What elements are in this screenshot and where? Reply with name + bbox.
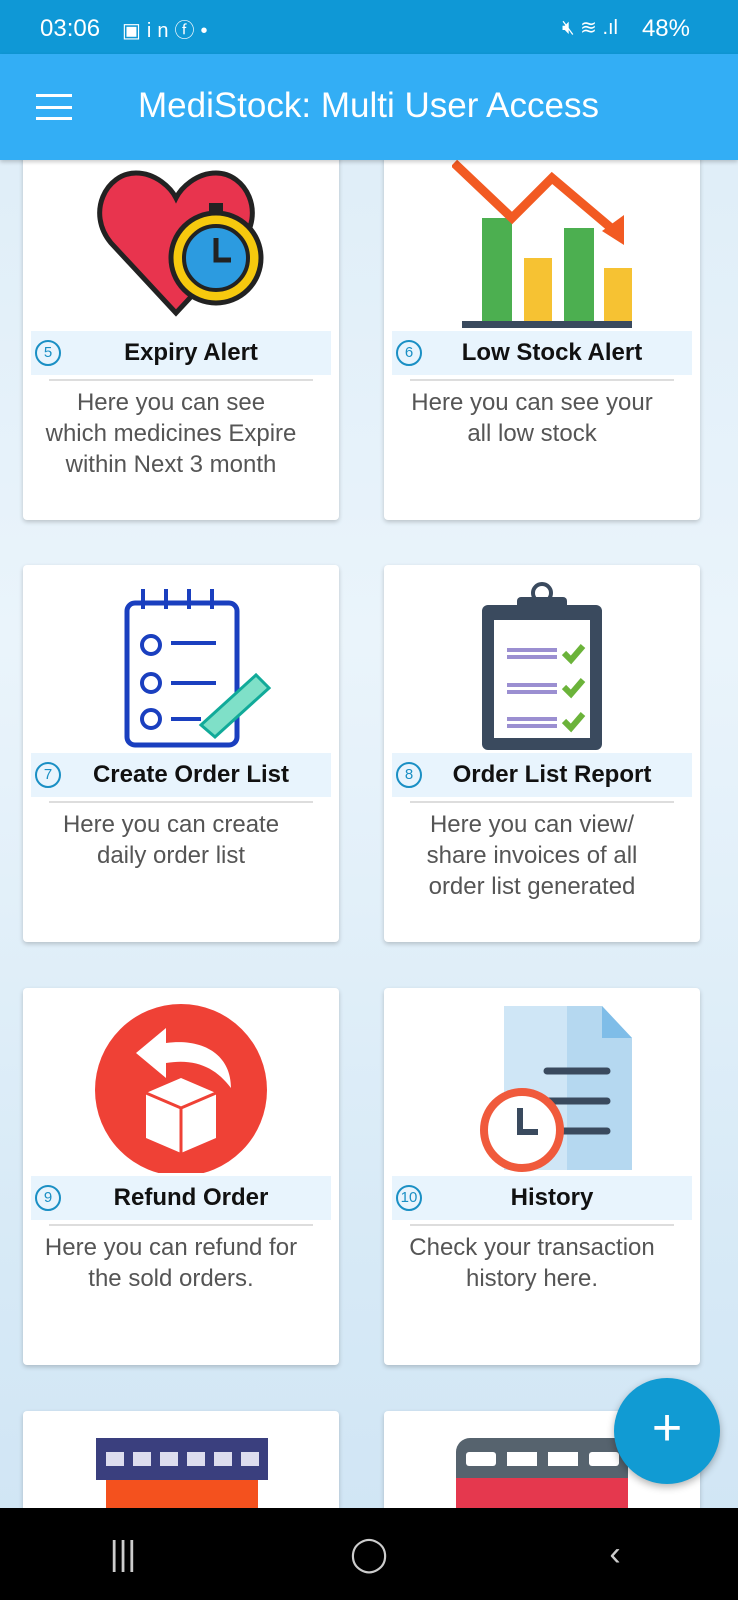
dashboard-grid: 5 Expiry Alert Here you can see which med… <box>0 0 738 1508</box>
number-badge: 10 <box>396 1185 422 1211</box>
number-badge: 5 <box>35 340 61 366</box>
dot-icon: • <box>200 20 214 42</box>
refund-box-icon <box>23 998 339 1173</box>
app-bar: MediStock: Multi User Access <box>0 54 738 160</box>
card-description: Here you can view/ share invoices of all… <box>426 811 638 900</box>
card-low-stock-alert[interactable]: 6 Low Stock Alert Here you can see your a… <box>384 143 700 520</box>
card-title: History <box>510 1184 594 1211</box>
clipboard-icon <box>384 575 700 750</box>
battery-level: 48% <box>641 15 690 42</box>
card-history[interactable]: 10 History Check your transaction history… <box>384 988 700 1365</box>
card-title: Low Stock Alert <box>461 339 643 366</box>
back-icon[interactable]: ‹ <box>575 1535 655 1574</box>
card-expiry-alert[interactable]: 5 Expiry Alert Here you can see which med… <box>23 143 339 520</box>
card-title: Order List Report <box>452 761 652 788</box>
store-icon <box>96 1438 268 1508</box>
add-fab-button[interactable]: + <box>614 1378 720 1484</box>
home-icon[interactable]: ◯ <box>329 1534 409 1574</box>
system-nav-bar: ||| ◯ ‹ <box>0 1508 738 1600</box>
heart-stopwatch-icon <box>23 153 339 328</box>
divider <box>410 801 674 803</box>
notification-icons: ▣inⓕ• <box>122 14 214 43</box>
system-icons: 🔇︎ ≋ .ıl <box>562 15 618 40</box>
mute-icon: 🔇︎ <box>561 17 575 39</box>
card-title: Create Order List <box>92 761 290 788</box>
divider <box>410 379 674 381</box>
notepad-checklist-icon <box>23 575 339 750</box>
card-description: Here you can see your all low stock <box>411 389 653 447</box>
card-refund-order[interactable]: 9 Refund Order Here you can refund for th… <box>23 988 339 1365</box>
card-create-order-list[interactable]: 7 Create Order List Here you can create d… <box>23 565 339 942</box>
clock: 03:06 <box>40 15 101 42</box>
app-title: MediStock: Multi User Access <box>138 86 599 125</box>
facebook-icon: ⓕ <box>174 20 201 42</box>
screen: 5 Expiry Alert Here you can see which med… <box>0 0 738 1600</box>
status-bar: 03:06 ▣inⓕ• 🔇︎ ≋ .ıl 48% <box>0 0 738 54</box>
recent-apps-icon[interactable]: ||| <box>83 1535 163 1574</box>
number-badge: 7 <box>35 762 61 788</box>
card-title: Expiry Alert <box>124 339 258 366</box>
card-description: Here you can create daily order list <box>62 811 280 869</box>
card-description: Check your transaction history here. <box>409 1234 655 1292</box>
wifi-icon: ≋ <box>580 17 597 39</box>
number-badge: 8 <box>396 762 422 788</box>
hamburger-menu-icon[interactable] <box>36 94 72 120</box>
divider <box>49 801 313 803</box>
card-partial-left[interactable] <box>23 1411 339 1508</box>
divider <box>49 1224 313 1226</box>
document-clock-icon <box>384 998 700 1173</box>
divider <box>49 379 313 381</box>
card-order-list-report[interactable]: 8 Order List Report Here you can view/ sh… <box>384 565 700 942</box>
shop-icon <box>456 1438 628 1508</box>
number-badge: 9 <box>35 1185 61 1211</box>
declining-chart-icon <box>384 153 700 328</box>
card-description: Here you can refund for the sold orders. <box>44 1234 298 1292</box>
card-description: Here you can see which medicines Expire … <box>45 389 297 478</box>
signal-icon: .ıl <box>602 17 618 39</box>
gallery-icon: ▣ <box>122 20 147 42</box>
divider <box>410 1224 674 1226</box>
linkedin-icon: in <box>146 20 175 42</box>
card-title: Refund Order <box>113 1184 269 1211</box>
number-badge: 6 <box>396 340 422 366</box>
